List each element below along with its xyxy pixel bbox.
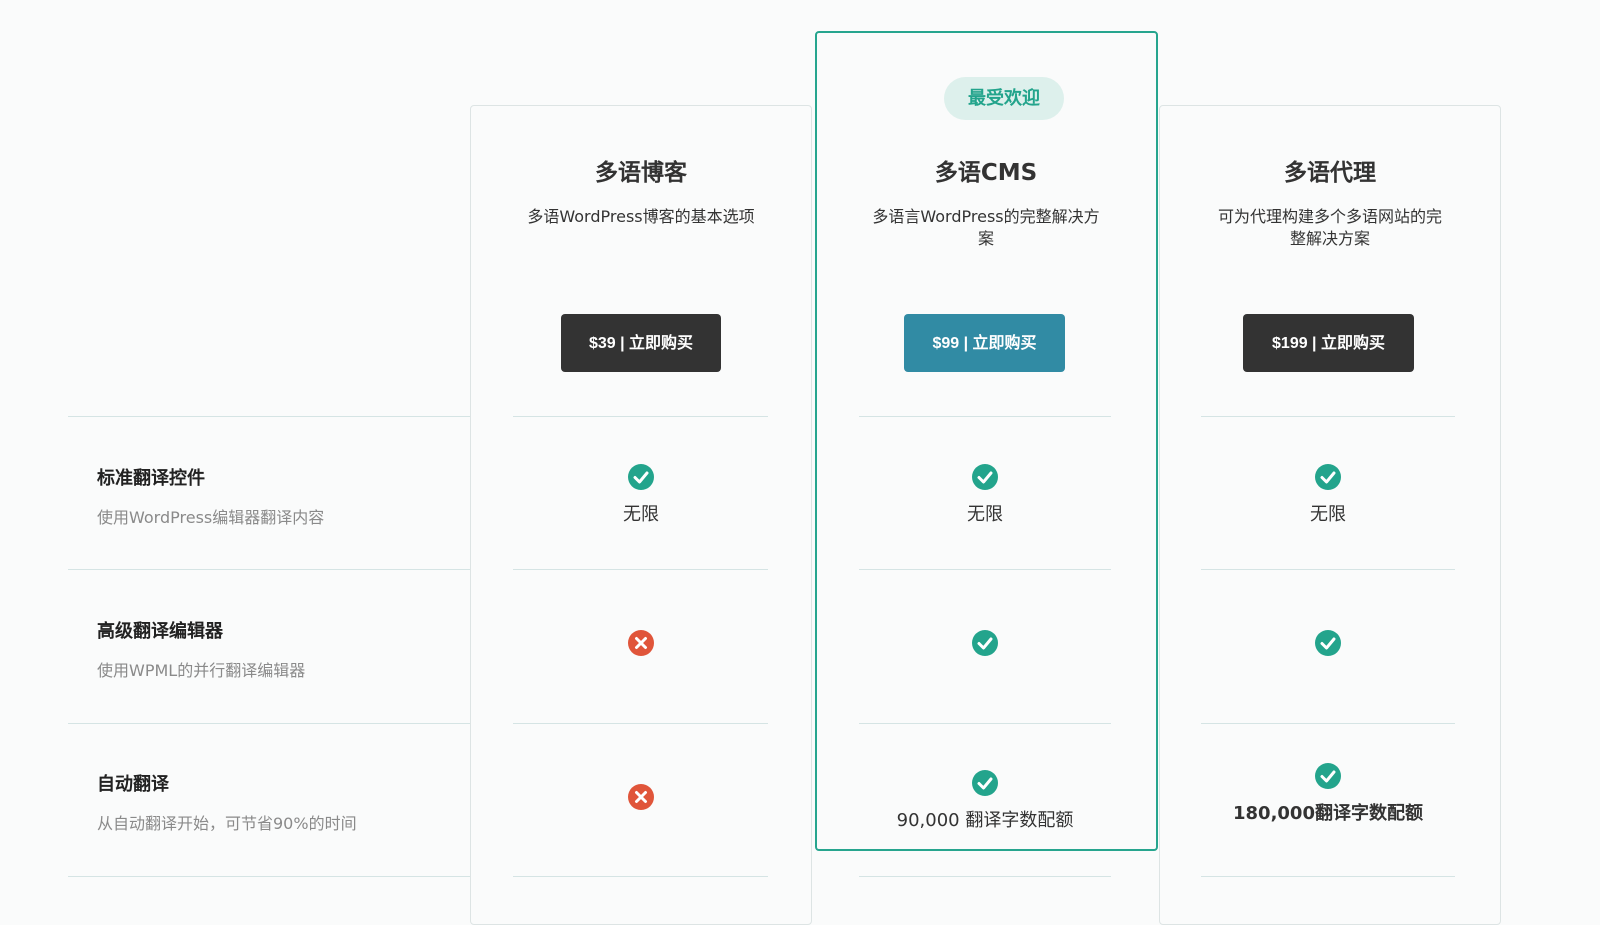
- plan-title: 多语CMS: [934, 160, 1038, 186]
- plan-description-line: 整解决方案: [1289, 229, 1370, 248]
- row-divider: [1201, 416, 1455, 417]
- feature-description: 从自动翻译开始，可节省90%的时间: [97, 814, 357, 833]
- feature-cell-text: 无限: [1310, 504, 1346, 525]
- plan-description: 可为代理构建多个多语网站的完 整解决方案: [1179, 206, 1481, 250]
- row-divider: [859, 876, 1111, 877]
- feature-divider: [68, 876, 470, 877]
- row-divider: [513, 569, 768, 570]
- row-divider: [1201, 723, 1455, 724]
- plan-description: 多语言WordPress的完整解决方 案: [835, 206, 1137, 250]
- row-divider: [859, 569, 1111, 570]
- row-divider: [1201, 569, 1455, 570]
- check-circle-icon: [971, 463, 999, 491]
- plan-title: 多语博客: [595, 160, 687, 186]
- buy-blog-button[interactable]: $39 | 立即购买: [561, 314, 721, 372]
- feature-standard-translation: 标准翻译控件 使用WordPress编辑器翻译内容: [97, 464, 457, 528]
- feature-description: 使用WordPress编辑器翻译内容: [97, 508, 325, 527]
- x-circle-icon: [627, 629, 655, 657]
- plan-description-line: 多语WordPress博客的基本选项: [527, 207, 755, 226]
- row-divider: [859, 723, 1111, 724]
- check-circle-icon: [1314, 762, 1342, 790]
- check-circle-icon: [1314, 463, 1342, 491]
- buy-agency-button[interactable]: $199 | 立即购买: [1243, 314, 1414, 372]
- feature-divider: [68, 723, 470, 724]
- check-circle-icon: [971, 629, 999, 657]
- buy-cms-button[interactable]: $99 | 立即购买: [904, 314, 1065, 372]
- feature-title: 自动翻译: [97, 774, 169, 795]
- row-divider: [513, 723, 768, 724]
- feature-description: 使用WPML的并行翻译编辑器: [97, 661, 306, 680]
- feature-divider: [68, 416, 470, 417]
- feature-cell-text: 90,000 翻译字数配额: [896, 810, 1074, 831]
- plan-title: 多语代理: [1284, 160, 1376, 186]
- x-circle-icon: [627, 783, 655, 811]
- plan-description-line: 可为代理构建多个多语网站的完: [1217, 207, 1442, 226]
- row-divider: [1201, 876, 1455, 877]
- feature-title: 标准翻译控件: [97, 468, 205, 489]
- check-circle-icon: [971, 769, 999, 797]
- plan-description: 多语WordPress博客的基本选项: [490, 206, 792, 228]
- feature-divider: [68, 569, 470, 570]
- feature-title: 高级翻译编辑器: [97, 621, 223, 642]
- row-divider: [513, 416, 768, 417]
- plan-description-line: 多语言WordPress的完整解决方: [872, 207, 1100, 226]
- check-circle-icon: [1314, 629, 1342, 657]
- feature-cell-text: 180,000翻译字数配额: [1233, 803, 1423, 824]
- feature-advanced-editor: 高级翻译编辑器 使用WPML的并行翻译编辑器: [97, 617, 457, 681]
- check-circle-icon: [627, 463, 655, 491]
- feature-cell-text: 无限: [623, 504, 659, 525]
- row-divider: [513, 876, 768, 877]
- feature-cell-text: 无限: [967, 504, 1003, 525]
- plan-description-line: 案: [977, 229, 994, 248]
- row-divider: [859, 416, 1111, 417]
- most-popular-badge: 最受欢迎: [944, 77, 1064, 120]
- feature-auto-translation: 自动翻译 从自动翻译开始，可节省90%的时间: [97, 770, 457, 834]
